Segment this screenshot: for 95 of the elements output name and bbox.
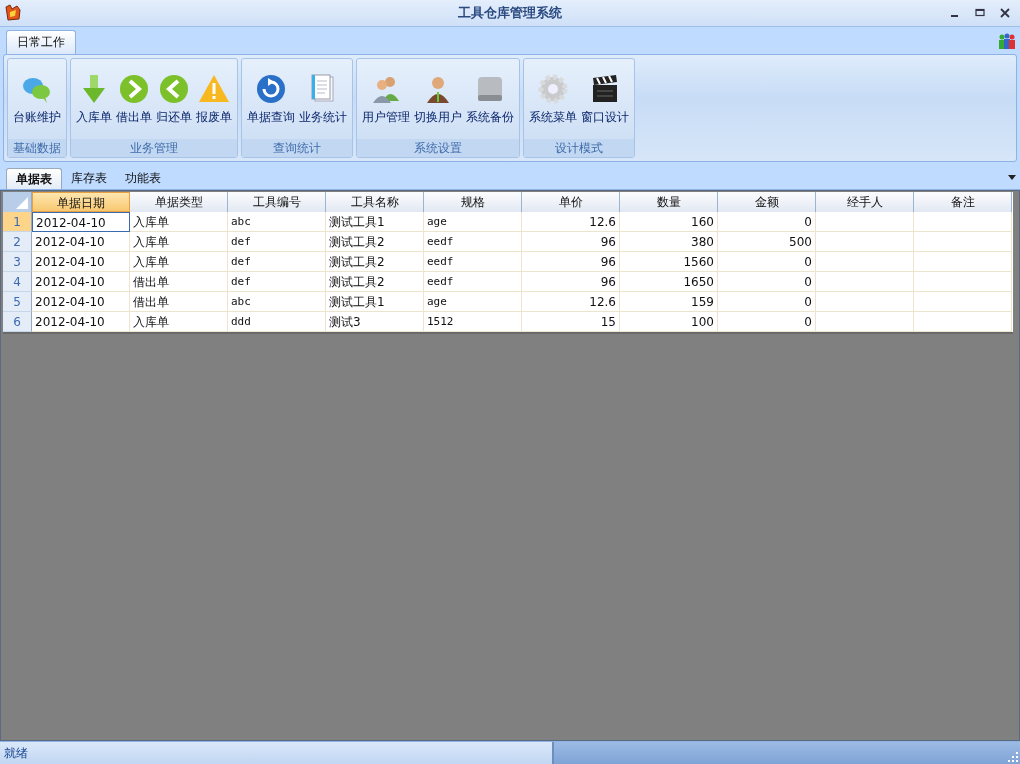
table-cell: def bbox=[228, 272, 326, 292]
table-cell: 测试工具2 bbox=[326, 232, 424, 252]
table-cell: eedf bbox=[424, 232, 522, 252]
corner-triangle-icon bbox=[16, 197, 28, 209]
table-cell: 160 bbox=[620, 212, 718, 232]
column-header[interactable]: 单价 bbox=[522, 192, 620, 212]
sheet-tab[interactable]: 单据表 bbox=[6, 168, 62, 189]
table-cell: 1512 bbox=[424, 312, 522, 332]
table-cell: 1650 bbox=[620, 272, 718, 292]
table-cell: 入库单 bbox=[130, 212, 228, 232]
row-header[interactable]: 5 bbox=[3, 292, 32, 312]
table-cell: ddd bbox=[228, 312, 326, 332]
column-header[interactable]: 规格 bbox=[424, 192, 522, 212]
table-cell: 2012-04-10 bbox=[32, 232, 130, 252]
group-title: 查询统计 bbox=[242, 139, 352, 157]
table-cell: 入库单 bbox=[130, 312, 228, 332]
users-icon[interactable] bbox=[998, 32, 1016, 49]
table-cell: 12.6 bbox=[522, 212, 620, 232]
table-cell: age bbox=[424, 292, 522, 312]
table-cell: 2012-04-10 bbox=[32, 252, 130, 272]
table-cell: abc bbox=[228, 292, 326, 312]
table-cell: 0 bbox=[718, 312, 816, 332]
group-title: 基础数据 bbox=[8, 139, 66, 157]
ribbon-button[interactable]: 单据查询 bbox=[245, 70, 297, 128]
close-icon[interactable] bbox=[1000, 8, 1010, 18]
table-cell: 测试3 bbox=[326, 312, 424, 332]
table-cell: 100 bbox=[620, 312, 718, 332]
ribbon-button[interactable]: 入库单 bbox=[74, 70, 114, 128]
sheet-tab[interactable]: 功能表 bbox=[116, 168, 170, 189]
group-title: 业务管理 bbox=[71, 139, 237, 157]
table-cell: 15 bbox=[522, 312, 620, 332]
ribbon-button[interactable]: 台账维护 bbox=[11, 70, 63, 128]
table-cell: 2012-04-10 bbox=[32, 292, 130, 312]
refresh-icon bbox=[255, 72, 287, 105]
ribbon-button[interactable]: 用户管理 bbox=[360, 70, 412, 128]
table-cell: 2012-04-10 bbox=[32, 272, 130, 292]
sheet-tab[interactable]: 库存表 bbox=[62, 168, 116, 189]
row-header[interactable]: 2 bbox=[3, 232, 32, 252]
table-cell: 96 bbox=[522, 252, 620, 272]
ribbon-button[interactable]: 归还单 bbox=[154, 70, 194, 128]
table-cell: eedf bbox=[424, 252, 522, 272]
table-cell: 0 bbox=[718, 272, 816, 292]
ribbon-button[interactable]: 窗口设计 bbox=[579, 70, 631, 128]
table-cell: age bbox=[424, 212, 522, 232]
group-title: 系统设置 bbox=[357, 139, 519, 157]
column-header[interactable]: 单据日期 bbox=[32, 192, 130, 212]
table-cell: 0 bbox=[718, 212, 816, 232]
table-cell: eedf bbox=[424, 272, 522, 292]
table-cell: 0 bbox=[718, 292, 816, 312]
ribbon-tab[interactable]: 日常工作 bbox=[6, 30, 76, 54]
table-cell: def bbox=[228, 252, 326, 272]
table-cell: 借出单 bbox=[130, 292, 228, 312]
table-cell: 测试工具2 bbox=[326, 272, 424, 292]
table-cell: 96 bbox=[522, 232, 620, 252]
table-cell: 借出单 bbox=[130, 272, 228, 292]
row-header[interactable]: 4 bbox=[3, 272, 32, 292]
table-cell: 2012-04-10 bbox=[32, 312, 130, 332]
table-cell: 测试工具2 bbox=[326, 252, 424, 272]
table-cell: 测试工具1 bbox=[326, 212, 424, 232]
column-header[interactable]: 单据类型 bbox=[130, 192, 228, 212]
table-cell: 159 bbox=[620, 292, 718, 312]
table-cell: 12.6 bbox=[522, 292, 620, 312]
ribbon-button[interactable]: 业务统计 bbox=[297, 70, 349, 128]
app-logo-icon bbox=[4, 4, 22, 22]
row-header[interactable]: 6 bbox=[3, 312, 32, 332]
table-cell: abc bbox=[228, 212, 326, 232]
gear-icon bbox=[537, 72, 569, 105]
column-header[interactable]: 经手人 bbox=[816, 192, 914, 212]
window-title: 工具仓库管理系统 bbox=[458, 4, 562, 22]
table-cell: 入库单 bbox=[130, 252, 228, 272]
table-cell: 测试工具1 bbox=[326, 292, 424, 312]
ribbon-button[interactable]: 切换用户 bbox=[412, 70, 464, 128]
row-header[interactable]: 1 bbox=[3, 212, 32, 232]
column-header[interactable]: 工具名称 bbox=[326, 192, 424, 212]
table-cell: 500 bbox=[718, 232, 816, 252]
table-cell: def bbox=[228, 232, 326, 252]
dropdown-arrow-icon[interactable] bbox=[1008, 174, 1016, 180]
column-header[interactable]: 工具编号 bbox=[228, 192, 326, 212]
ribbon-button[interactable]: 报废单 bbox=[194, 70, 234, 128]
maximize-icon[interactable] bbox=[975, 8, 985, 18]
table-cell: 380 bbox=[620, 232, 718, 252]
table-cell: 0 bbox=[718, 252, 816, 272]
table-cell: 2012-04-10 bbox=[32, 212, 130, 232]
ribbon-button[interactable]: 系统备份 bbox=[464, 70, 516, 128]
resize-grip-icon[interactable] bbox=[1008, 752, 1018, 762]
column-header[interactable]: 金额 bbox=[718, 192, 816, 212]
column-header[interactable]: 备注 bbox=[914, 192, 1012, 212]
ribbon-button[interactable]: 系统菜单 bbox=[527, 70, 579, 128]
column-header[interactable]: 数量 bbox=[620, 192, 718, 212]
ribbon-button[interactable]: 借出单 bbox=[114, 70, 154, 128]
table-cell: 入库单 bbox=[130, 232, 228, 252]
row-header[interactable]: 3 bbox=[3, 252, 32, 272]
table-cell: 1560 bbox=[620, 252, 718, 272]
table-cell: 96 bbox=[522, 272, 620, 292]
group-title: 设计模式 bbox=[524, 139, 634, 157]
